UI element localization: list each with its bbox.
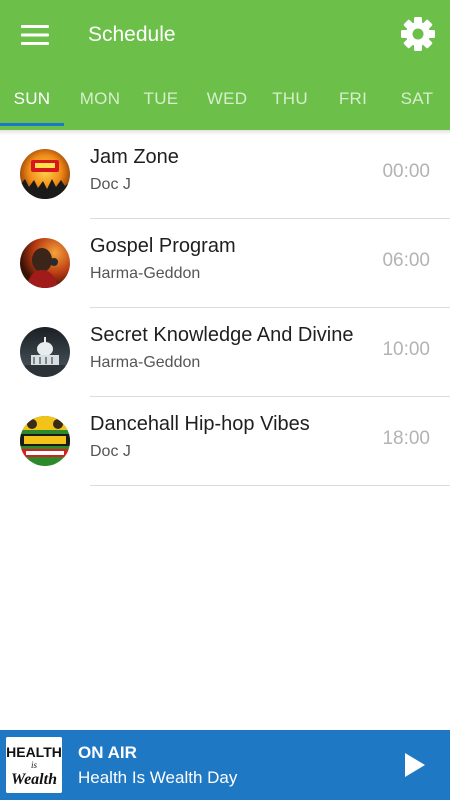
tab-wed[interactable]: WED (195, 76, 259, 126)
tab-label: MON (79, 89, 121, 108)
schedule-list: Jam Zone Doc J 00:00 Gospel Program Harm… (0, 130, 450, 486)
show-title: Dancehall Hip-hop Vibes (90, 413, 310, 435)
schedule-item[interactable]: Gospel Program Harma-Geddon 06:00 (0, 219, 450, 308)
show-title: Gospel Program (90, 235, 236, 257)
hamburger-menu-icon (21, 25, 49, 45)
schedule-item[interactable]: Dancehall Hip-hop Vibes Doc J 18:00 (0, 397, 450, 486)
divider (90, 485, 450, 486)
tab-fri[interactable]: FRI (321, 76, 385, 126)
tab-label: THU (272, 89, 308, 108)
on-air-label: ON AIR (78, 743, 137, 762)
tab-tue[interactable]: TUE (129, 76, 193, 126)
play-icon (405, 753, 425, 777)
dancehall-vibes-artwork (20, 416, 70, 466)
secret-knowledge-artwork (20, 327, 70, 377)
artwork-text-line2: is (31, 760, 38, 770)
show-time: 10:00 (382, 339, 430, 360)
tab-label: TUE (143, 89, 179, 108)
show-host: Harma-Geddon (90, 265, 201, 282)
show-host: Doc J (90, 443, 131, 460)
play-button[interactable] (400, 750, 430, 780)
app-bar: Schedule SUN MON TUE WED THU FRI SAT (0, 0, 450, 130)
active-tab-indicator (0, 123, 64, 126)
show-title: Secret Knowledge And Divine (90, 324, 354, 346)
now-playing-title: Health Is Wealth Day (78, 768, 238, 787)
show-time: 18:00 (382, 428, 430, 449)
gear-icon (401, 17, 435, 51)
show-host: Doc J (90, 176, 131, 193)
tab-sun[interactable]: SUN (0, 76, 64, 126)
tab-label: SUN (13, 89, 51, 108)
tab-thu[interactable]: THU (258, 76, 322, 126)
menu-button[interactable] (15, 18, 55, 52)
artwork-text-line3: Wealth (11, 771, 57, 788)
tab-label: SAT (400, 89, 434, 108)
day-tabs: SUN MON TUE WED THU FRI SAT (0, 76, 450, 130)
show-time: 00:00 (382, 161, 430, 182)
schedule-item[interactable]: Secret Knowledge And Divine Harma-Geddon… (0, 308, 450, 397)
schedule-item[interactable]: Jam Zone Doc J 00:00 (0, 130, 450, 219)
artwork-text-line1: HEALTH (6, 744, 62, 760)
show-title: Jam Zone (90, 146, 179, 168)
toolbar: Schedule (0, 0, 450, 70)
now-playing-bar[interactable]: HEALTH is Wealth ON AIR Health Is Wealth… (0, 730, 450, 800)
tab-label: WED (206, 89, 248, 108)
tab-sat[interactable]: SAT (385, 76, 449, 126)
tab-mon[interactable]: MON (68, 76, 132, 126)
show-host: Harma-Geddon (90, 354, 201, 371)
jam-zone-artwork (20, 149, 70, 199)
page-title: Schedule (88, 23, 176, 46)
gospel-program-artwork (20, 238, 70, 288)
settings-button[interactable] (398, 14, 438, 54)
show-time: 06:00 (382, 250, 430, 271)
tab-label: FRI (338, 89, 368, 108)
now-playing-artwork: HEALTH is Wealth (6, 737, 62, 793)
